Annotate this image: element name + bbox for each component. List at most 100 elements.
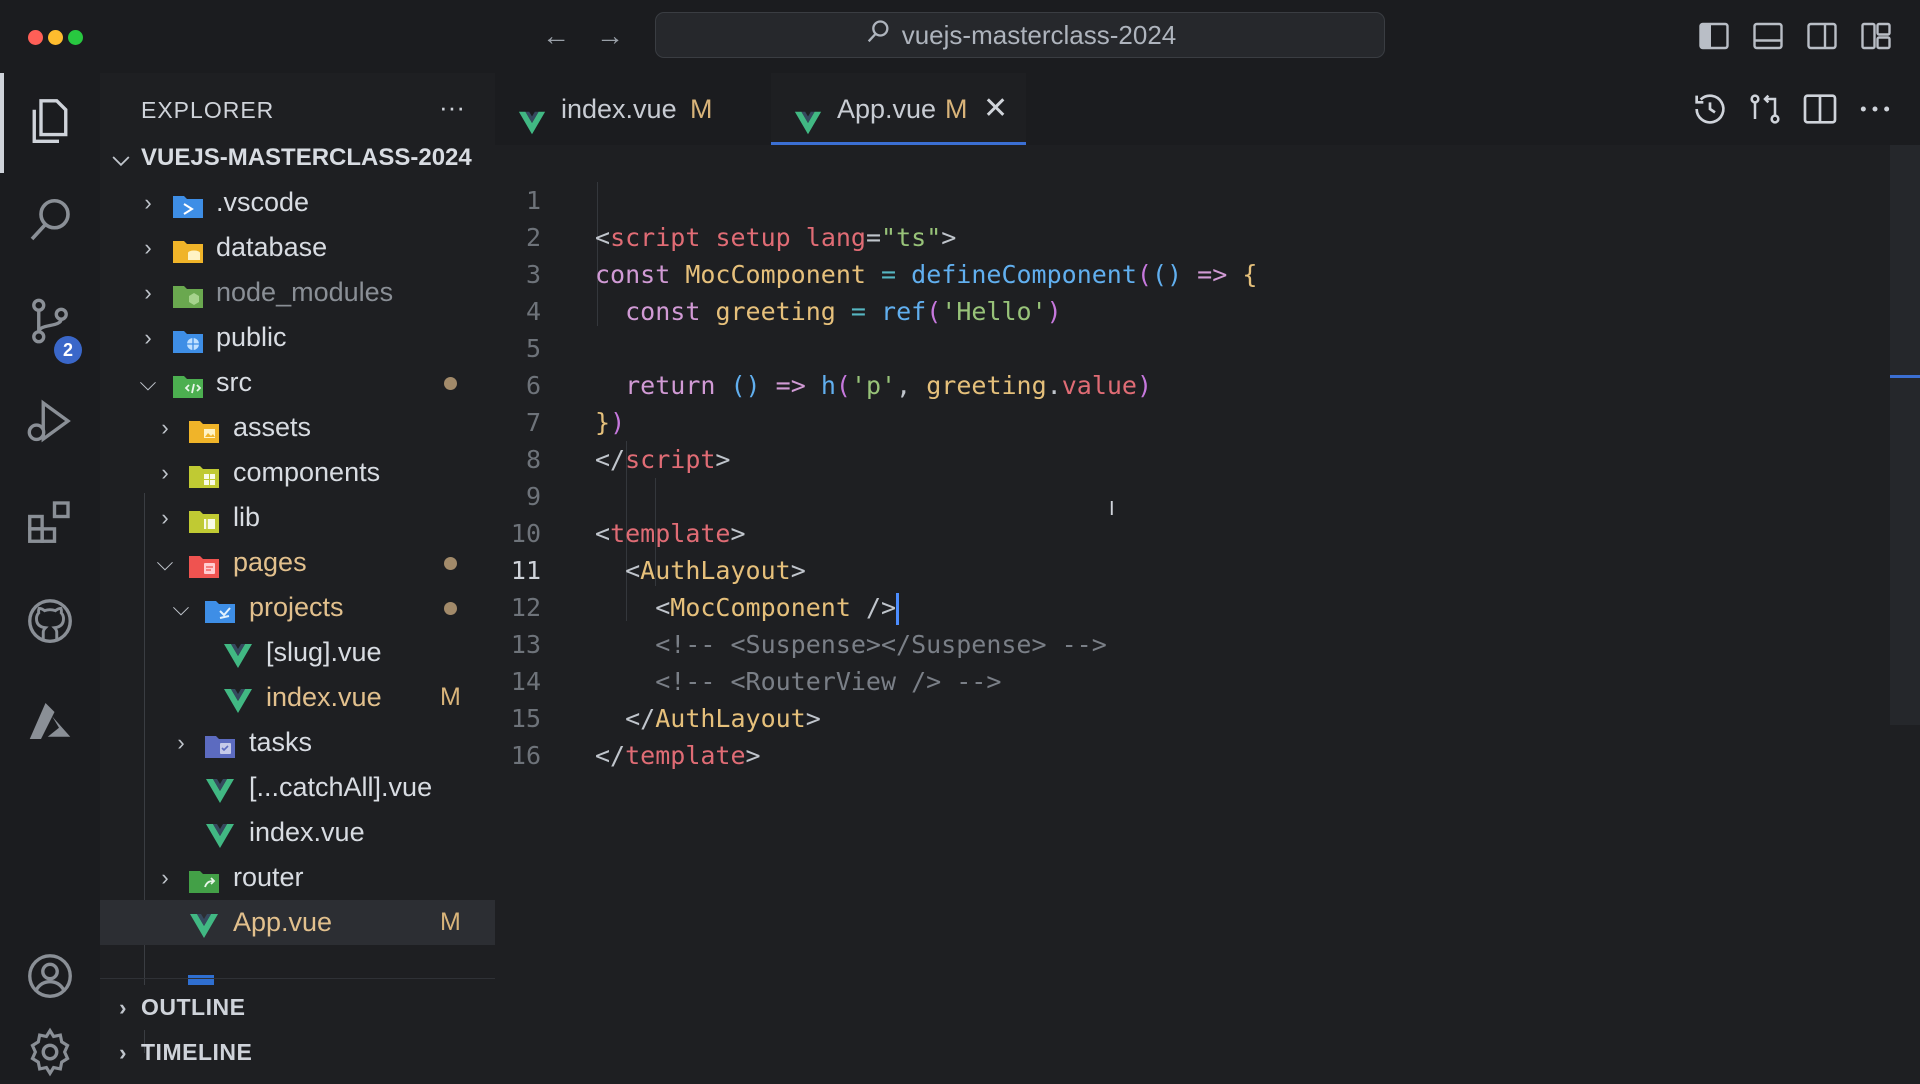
modified-badge: M <box>945 94 968 124</box>
modified-badge: M <box>440 908 461 936</box>
vue-file-icon <box>222 639 254 668</box>
tree-item-node-modules[interactable]: › node_modules <box>100 270 495 315</box>
chevron-right-icon: › <box>161 865 169 890</box>
activity-github[interactable] <box>0 573 100 673</box>
tree-item-label: pages <box>233 547 307 577</box>
forward-button[interactable]: → <box>590 16 630 56</box>
close-tab-icon[interactable]: ✕ <box>983 73 1008 145</box>
code-line: 12 <!-- <Suspense></Suspense> --> <box>495 552 1875 659</box>
tab-label: index.vue <box>561 94 677 124</box>
vue-file-icon <box>222 684 254 713</box>
explorer-root-folder[interactable]: ⌵ VUEJS-MASTERCLASS-2024 <box>100 135 495 180</box>
chevron-down-icon: ⌵ <box>112 145 130 170</box>
split-editor-icon[interactable] <box>1800 89 1840 129</box>
customize-layout-icon[interactable] <box>1858 18 1894 54</box>
vue-file-icon <box>188 909 220 938</box>
code-editor[interactable]: 1 <script setup lang="ts"> 2 const MocCo… <box>495 145 1920 1080</box>
tree-item-label: [...catchAll].vue <box>249 772 433 802</box>
code-line: 14 </AuthLayout> <box>495 626 1875 733</box>
code-line: 13 <!-- <RouterView /> --> <box>495 589 1875 696</box>
github-icon <box>23 594 77 653</box>
chevron-down-icon: ⌵ <box>172 595 190 620</box>
tree-item-lib[interactable]: › lib <box>100 495 495 540</box>
timeline-label: TIMELINE <box>141 1039 253 1065</box>
activity-manage[interactable] <box>0 1027 100 1080</box>
open-changes-icon[interactable] <box>1745 89 1785 129</box>
vue-file-icon <box>204 819 236 848</box>
tree-item-router[interactable]: › router <box>100 855 495 900</box>
editor-scrollbar[interactable] <box>1890 145 1920 725</box>
outline-label: OUTLINE <box>141 994 246 1020</box>
tree-item-database[interactable]: › database <box>100 225 495 270</box>
section-separator <box>100 978 495 979</box>
activity-azure[interactable] <box>0 673 100 773</box>
tree-item-projects-index-vue[interactable]: index.vue M <box>100 675 495 720</box>
toggle-secondary-sidebar-icon[interactable] <box>1804 18 1840 54</box>
code-line: 7 </script> <box>495 367 1875 474</box>
outline-section[interactable]: › OUTLINE <box>100 985 495 1030</box>
explorer-sidebar: EXPLORER ··· ⌵ VUEJS-MASTERCLASS-2024 › … <box>100 73 495 1080</box>
back-button[interactable]: ← <box>536 16 576 56</box>
title-bar: ← → vuejs-masterclass-2024 <box>0 0 1920 73</box>
tree-item-pages-index-vue[interactable]: index.vue <box>100 810 495 855</box>
chevron-right-icon: › <box>161 460 169 485</box>
toggle-primary-sidebar-icon[interactable] <box>1696 18 1732 54</box>
tree-item-label: index.vue <box>266 682 382 712</box>
tree-item-label: router <box>233 862 304 892</box>
chevron-right-icon: › <box>177 730 185 755</box>
account-icon <box>23 949 77 1008</box>
more-actions-icon[interactable] <box>1855 89 1895 129</box>
timeline-section[interactable]: › TIMELINE <box>100 1030 495 1075</box>
folder-pages-icon <box>188 549 220 578</box>
tree-item-tasks[interactable]: › tasks <box>100 720 495 765</box>
command-center-search[interactable]: vuejs-masterclass-2024 <box>655 12 1385 58</box>
maximize-window-button[interactable] <box>68 30 83 45</box>
minimize-window-button[interactable] <box>48 30 63 45</box>
tree-item-app-vue[interactable]: App.vue M <box>100 900 495 945</box>
code-line: 1 <script setup lang="ts"> <box>495 145 1875 252</box>
tab-index-vue[interactable]: index.vue M <box>495 73 771 145</box>
tree-item-assets[interactable]: › assets <box>100 405 495 450</box>
tree-item-label: [slug].vue <box>266 637 382 667</box>
code-text: </template> <box>595 741 761 770</box>
close-window-button[interactable] <box>28 30 43 45</box>
tab-app-vue[interactable]: App.vue M ✕ <box>771 73 1026 145</box>
vue-file-icon <box>517 93 547 135</box>
toggle-panel-icon[interactable] <box>1750 18 1786 54</box>
tree-item-public[interactable]: › public <box>100 315 495 360</box>
chevron-down-icon: ⌵ <box>156 550 174 575</box>
tree-item-label: tasks <box>249 727 313 757</box>
tree-item-src[interactable]: ⌵ src <box>100 360 495 405</box>
activity-search[interactable] <box>0 173 100 273</box>
activity-extensions[interactable] <box>0 473 100 573</box>
tree-item-vscode[interactable]: › .vscode <box>100 180 495 225</box>
activity-source-control[interactable]: 2 <box>0 273 100 373</box>
code-line: 2 const MocComponent = defineComponent((… <box>495 182 1875 289</box>
folder-node-icon <box>172 279 204 308</box>
folder-database-icon <box>172 234 204 263</box>
tree-item-pages[interactable]: ⌵ pages <box>100 540 495 585</box>
tree-item-slug-vue[interactable]: [slug].vue <box>100 630 495 675</box>
tree-item-catchall-vue[interactable]: [...catchAll].vue <box>100 765 495 810</box>
tree-item-label: assets <box>233 412 312 442</box>
timeline-history-icon[interactable] <box>1690 89 1730 129</box>
tree-item-components[interactable]: › components <box>100 450 495 495</box>
tree-item-label: components <box>233 457 381 487</box>
line-number: 16 <box>510 741 541 770</box>
code-line: 3 const greeting = ref('Hello') <box>495 219 1875 326</box>
tree-item-label: node_modules <box>216 277 394 307</box>
explorer-more-actions[interactable]: ··· <box>432 87 472 127</box>
activity-explorer[interactable] <box>0 73 100 173</box>
activity-run-debug[interactable] <box>0 373 100 473</box>
chevron-right-icon: › <box>161 415 169 440</box>
tree-item-label: projects <box>249 592 344 622</box>
code-line: 9 <template> <box>495 441 1875 548</box>
tree-item-projects[interactable]: ⌵ projects <box>100 585 495 630</box>
modified-dot <box>444 602 457 615</box>
activity-accounts[interactable] <box>0 928 100 1028</box>
vue-file-icon <box>204 774 236 803</box>
search-icon <box>23 194 77 253</box>
modified-badge: M <box>690 94 713 124</box>
folder-projects-icon <box>204 594 236 623</box>
tree-item-label: src <box>216 367 252 397</box>
